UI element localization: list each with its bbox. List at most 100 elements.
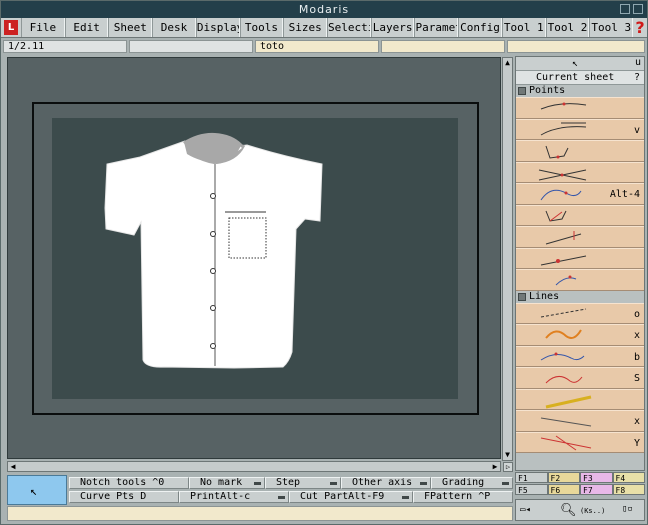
fkey-f7[interactable]: F7: [580, 484, 613, 495]
sheet-area[interactable]: [52, 118, 458, 399]
dropdown-icon: [330, 482, 337, 485]
zoom-fit-icon[interactable]: ▯▫: [622, 504, 633, 514]
help-icon[interactable]: ?: [633, 18, 647, 37]
zoom-out-icon[interactable]: ▭◂: [520, 505, 531, 515]
panel-header: ↖ u: [516, 57, 644, 71]
menu-file[interactable]: File: [21, 18, 65, 37]
info-field-4: [381, 40, 505, 53]
tool-shortcut: S: [633, 373, 640, 384]
line-tool-5-button[interactable]: [516, 388, 644, 410]
cursor-icon: ↖: [572, 58, 579, 69]
line-tool-4-button[interactable]: S: [516, 367, 644, 389]
menu-layers[interactable]: Layers: [370, 18, 415, 37]
sheet-frame[interactable]: [32, 102, 479, 415]
fkey-f2[interactable]: F2: [547, 472, 580, 483]
point-tool-8-button[interactable]: [516, 247, 644, 269]
fpattern-button[interactable]: FPattern ^P: [413, 491, 513, 503]
printalt-c-button[interactable]: PrintAlt-c: [179, 491, 289, 503]
fkey-f6[interactable]: F6: [547, 484, 580, 495]
notch-tools-button[interactable]: Notch tools ^0: [69, 477, 189, 489]
menu-config[interactable]: Config: [458, 18, 502, 37]
step-button[interactable]: Step: [265, 477, 341, 489]
menu-tool-2[interactable]: Tool 2: [545, 18, 590, 37]
menu-sheet[interactable]: Sheet: [108, 18, 153, 37]
point-tool-2-icon: [540, 122, 587, 135]
point-tool-3-button[interactable]: [516, 140, 644, 162]
title-bar: Modaris: [1, 1, 647, 18]
current-sheet-label: Current sheet: [536, 72, 615, 83]
menu-sizes[interactable]: Sizes: [283, 18, 328, 37]
menu-tool-1[interactable]: Tool 1: [501, 18, 546, 37]
lines-section-toggle[interactable]: [518, 292, 526, 301]
current-sheet-help[interactable]: ?: [634, 71, 640, 85]
dropdown-icon: [402, 496, 409, 499]
lines-section-label: Lines: [529, 290, 560, 302]
panel-u-button[interactable]: u: [635, 57, 641, 68]
fkey-f1[interactable]: F1: [515, 472, 548, 483]
tool-label: Curve Pts: [80, 491, 135, 502]
scroll-corner-button[interactable]: ▷: [503, 462, 513, 472]
menu-edit[interactable]: Edit: [64, 18, 109, 37]
button-2: [210, 231, 216, 237]
grading-button[interactable]: Grading: [431, 477, 513, 489]
scale-field: 1/2.11: [3, 40, 127, 53]
fkey-f4[interactable]: F4: [612, 472, 645, 483]
fkey-f8[interactable]: F8: [612, 484, 645, 495]
point-tool-6-button[interactable]: [516, 204, 644, 226]
menu-display[interactable]: Display: [195, 18, 240, 37]
scroll-down-arrow[interactable]: ▼: [503, 450, 512, 460]
menu-parameters[interactable]: Parameters: [414, 18, 459, 37]
point-tool-4-button[interactable]: [516, 161, 644, 183]
drawing-canvas[interactable]: [7, 57, 501, 459]
button-4: [210, 305, 216, 311]
line-tool-5-icon: [545, 395, 592, 408]
point-tool-8-icon: [540, 255, 587, 265]
fkey-f3[interactable]: F3: [580, 472, 613, 483]
app-logo-icon[interactable]: L: [4, 20, 18, 35]
cut-partalt-f9-button[interactable]: Cut PartAlt-F9: [289, 491, 413, 503]
maximize-button[interactable]: [633, 4, 643, 14]
line-tool-7-button[interactable]: Y: [516, 431, 644, 453]
lines-section[interactable]: Lines: [516, 290, 644, 303]
point-tool-2-button[interactable]: v: [516, 118, 644, 140]
points-section-toggle[interactable]: [518, 87, 526, 95]
menu-tool-3[interactable]: Tool 3: [589, 18, 634, 37]
points-section[interactable]: Points: [516, 85, 644, 97]
other-axis-button[interactable]: Other axis: [341, 477, 431, 489]
point-tool-5-button[interactable]: Alt-4: [516, 183, 644, 205]
variant-name-field[interactable]: toto: [255, 40, 379, 53]
current-tool-indicator: ↖: [7, 475, 67, 505]
line-tool-6-button[interactable]: x: [516, 410, 644, 432]
point-tool-7-button[interactable]: [516, 226, 644, 248]
line-tool-3-button[interactable]: b: [516, 345, 644, 367]
scroll-right-arrow[interactable]: ▶: [490, 462, 500, 471]
scroll-left-arrow[interactable]: ◀: [8, 462, 18, 471]
pointer-icon: ↖: [30, 484, 38, 498]
vertical-scrollbar[interactable]: ▲ ▼: [502, 57, 513, 461]
menu-desk[interactable]: Desk: [152, 18, 196, 37]
curve-pts-button[interactable]: Curve Pts D: [69, 491, 179, 503]
line-tool-2-button[interactable]: x: [516, 324, 644, 346]
tool-label: Cut PartAlt-F9: [300, 491, 385, 502]
no-mark-button[interactable]: No mark: [189, 477, 265, 489]
fkey-f5[interactable]: F5: [515, 484, 548, 495]
tool-label: Grading: [442, 477, 485, 488]
magnifier-icon[interactable]: 🔍︎: [560, 503, 577, 518]
info-field-2: [129, 40, 253, 53]
shirt-drawing[interactable]: [52, 118, 458, 399]
point-tool-1-button[interactable]: [516, 97, 644, 119]
horizontal-scrollbar[interactable]: ◀ ▶: [7, 461, 501, 472]
current-sheet-button[interactable]: Current sheet ?: [516, 71, 644, 85]
info-field-5: [507, 40, 645, 53]
fkey-row-1: F1 F2 F3 F4: [515, 472, 645, 483]
menu-selection[interactable]: Selection: [327, 18, 371, 37]
point-tool-9-button[interactable]: [516, 269, 644, 291]
scroll-up-arrow[interactable]: ▲: [503, 58, 512, 68]
tool-shortcut: o: [633, 308, 640, 320]
tool-shortcut: Y: [633, 437, 640, 449]
line-tool-1-button[interactable]: o: [516, 302, 644, 324]
menu-tools[interactable]: Tools: [239, 18, 284, 37]
dropdown-icon: [420, 482, 427, 485]
minimize-button[interactable]: [620, 4, 630, 14]
tool-shortcut: b: [633, 351, 640, 363]
